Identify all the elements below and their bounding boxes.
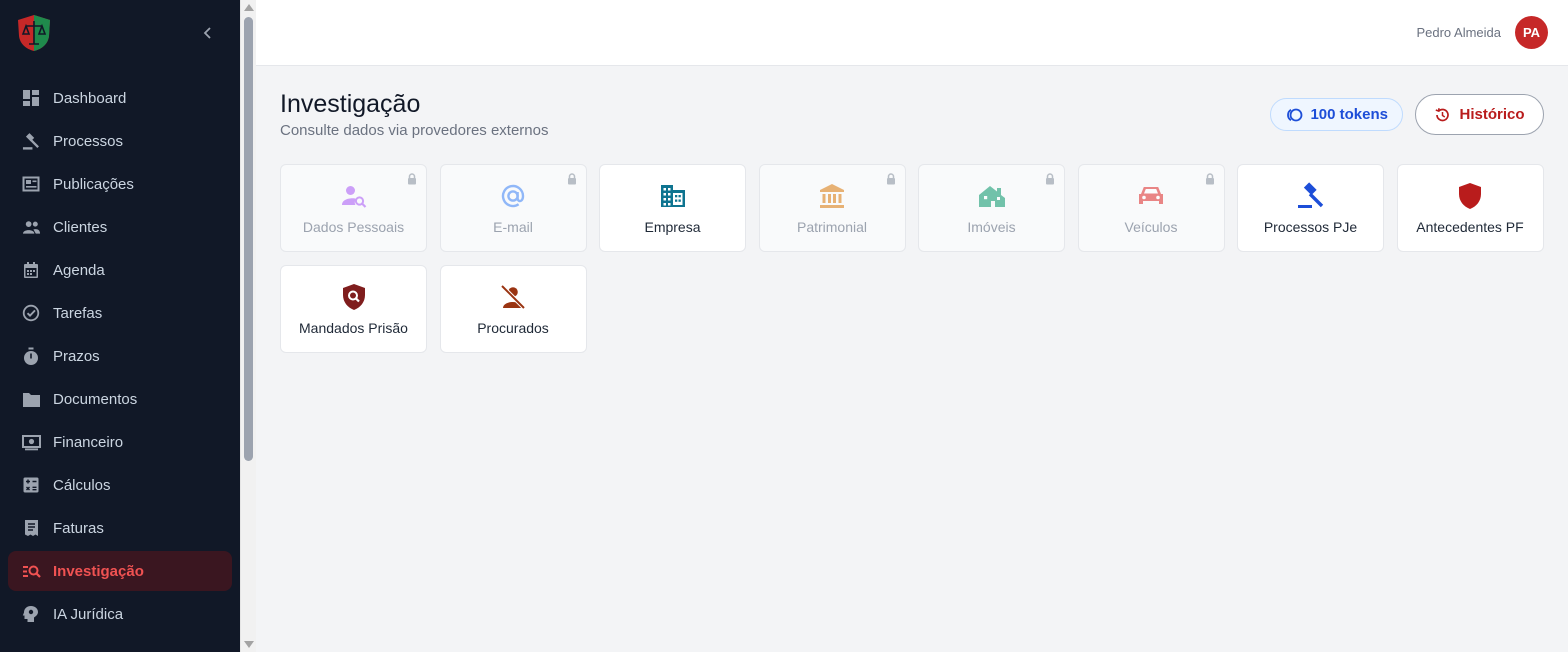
- lock-icon: [886, 173, 895, 185]
- tokens-badge: 100 tokens: [1270, 98, 1403, 131]
- provider-card-veiculos[interactable]: Veículos: [1077, 164, 1225, 252]
- provider-card-dados-pessoais[interactable]: Dados Pessoais: [280, 164, 427, 252]
- provider-card-empresa[interactable]: Empresa: [599, 164, 746, 252]
- shield-search-icon: [340, 283, 368, 311]
- lock-icon: [408, 173, 416, 185]
- main-content: Investigação Consulte dados via provedor…: [280, 66, 1544, 353]
- sidebar-item-ia-juridica[interactable]: IA Jurídica: [8, 594, 232, 634]
- provider-card-label: Mandados Prisão: [299, 320, 408, 336]
- sidebar-item-label: Documentos: [53, 390, 138, 408]
- sidebar-item-label: Publicações: [53, 175, 134, 193]
- sidebar-item-label: Processos: [53, 132, 124, 150]
- sidebar-item-calculos[interactable]: Cálculos: [8, 465, 232, 505]
- sidebar-item-financeiro[interactable]: Financeiro: [8, 422, 232, 462]
- provider-card-e-mail[interactable]: E-mail: [439, 164, 587, 252]
- page-header: Investigação Consulte dados via provedor…: [280, 66, 1544, 164]
- sidebar-item-label: Financeiro: [53, 433, 124, 451]
- provider-card-procurados[interactable]: Procurados: [439, 265, 587, 353]
- lock-icon: [567, 173, 576, 185]
- history-icon: [1436, 107, 1450, 121]
- newspaper-icon: [21, 174, 41, 194]
- provider-card-mandados-prisao[interactable]: Mandados Prisão: [280, 265, 427, 353]
- check-circle-icon: [21, 303, 41, 323]
- person-off-icon: [499, 283, 527, 311]
- sidebar-item-label: Clientes: [53, 218, 108, 236]
- at-sign-icon: [499, 182, 527, 210]
- building-icon: [659, 182, 687, 210]
- people-icon: [21, 217, 41, 237]
- house-icon: [978, 182, 1006, 210]
- gavel-icon: [1297, 182, 1325, 210]
- provider-card-label: Empresa: [644, 219, 701, 235]
- history-button[interactable]: Histórico: [1415, 94, 1544, 135]
- sidebar-scrollbar[interactable]: [240, 0, 256, 652]
- manage-search-icon: [21, 561, 41, 581]
- scroll-up-arrow[interactable]: [244, 4, 254, 11]
- folder-icon: [21, 389, 41, 409]
- collapse-sidebar-button[interactable]: [198, 23, 218, 43]
- sidebar-item-publicacoes[interactable]: Publicações: [8, 164, 232, 204]
- scroll-thumb[interactable]: [244, 17, 253, 461]
- sidebar-item-label: IA Jurídica: [53, 605, 124, 623]
- provider-card-label: Antecedentes PF: [1416, 219, 1524, 235]
- provider-card-label: Patrimonial: [796, 219, 868, 235]
- calculator-icon: [21, 475, 41, 495]
- page-title: Investigação: [280, 90, 421, 118]
- lock-icon: [1205, 173, 1214, 185]
- tokens-label: 100 tokens: [1310, 106, 1388, 123]
- psychology-icon: [21, 604, 41, 624]
- sidebar-item-tarefas[interactable]: Tarefas: [8, 293, 232, 333]
- sidebar-header: [0, 0, 240, 66]
- sidebar-item-label: Prazos: [53, 347, 100, 365]
- sidebar-item-processos[interactable]: Processos: [8, 121, 232, 161]
- sidebar-item-label: Tarefas: [53, 304, 103, 322]
- lock-icon: [1046, 173, 1054, 185]
- sidebar-item-dashboard[interactable]: Dashboard: [8, 78, 232, 118]
- chevron-left-icon: [203, 27, 211, 39]
- provider-card-patrimonial[interactable]: Patrimonial: [758, 164, 906, 252]
- sidebar-item-prazos[interactable]: Prazos: [8, 336, 232, 376]
- logo: [18, 15, 50, 51]
- sidebar-item-label: Faturas: [53, 519, 104, 537]
- provider-card-label: Procurados: [477, 320, 549, 336]
- topbar: Pedro Almeida PA: [256, 0, 1568, 66]
- timer-icon: [21, 346, 41, 366]
- money-icon: [21, 432, 41, 452]
- sidebar-item-faturas[interactable]: Faturas: [8, 508, 232, 548]
- provider-card-label: Dados Pessoais: [302, 219, 405, 235]
- sidebar-item-label: Investigação: [53, 562, 144, 580]
- avatar[interactable]: PA: [1515, 16, 1548, 49]
- user-name[interactable]: Pedro Almeida: [1416, 25, 1501, 40]
- provider-card-label: Veículos: [1124, 219, 1178, 235]
- sidebar-item-clientes[interactable]: Clientes: [8, 207, 232, 247]
- car-icon: [1137, 182, 1165, 210]
- provider-card-label: Imóveis: [967, 219, 1016, 235]
- sidebar-item-label: Dashboard: [53, 89, 127, 107]
- sidebar: Dashboard Processos Publicações Clientes Age…: [0, 0, 240, 652]
- dashboard-icon: [21, 88, 41, 108]
- provider-card-imoveis[interactable]: Imóveis: [918, 164, 1065, 252]
- sidebar-item-label: Agenda: [53, 261, 105, 279]
- bank-icon: [818, 182, 846, 210]
- sidebar-item-label: Cálculos: [53, 476, 111, 494]
- provider-card-processos-pje[interactable]: Processos PJe: [1237, 164, 1384, 252]
- sidebar-item-agenda[interactable]: Agenda: [8, 250, 232, 290]
- sidebar-item-documentos[interactable]: Documentos: [8, 379, 232, 419]
- coins-icon: [1287, 108, 1303, 121]
- provider-card-antecedentes-pf[interactable]: Antecedentes PF: [1396, 164, 1544, 252]
- gavel-icon: [21, 131, 41, 151]
- invoice-icon: [21, 518, 41, 538]
- provider-card-label: E-mail: [493, 219, 533, 235]
- provider-grid: Dados Pessoais E-mail Empresa Patrimonial Im…: [280, 164, 1544, 353]
- provider-card-label: Processos PJe: [1263, 219, 1358, 235]
- sidebar-nav: Dashboard Processos Publicações Clientes Age…: [0, 66, 240, 634]
- scroll-down-arrow[interactable]: [244, 641, 254, 648]
- page-subtitle: Consulte dados via provedores externos: [280, 122, 549, 139]
- history-label: Histórico: [1459, 106, 1525, 123]
- shield-icon: [1456, 182, 1484, 210]
- sidebar-item-investigacao[interactable]: Investigação: [8, 551, 232, 591]
- calendar-icon: [21, 260, 41, 280]
- person-search-icon: [340, 182, 368, 210]
